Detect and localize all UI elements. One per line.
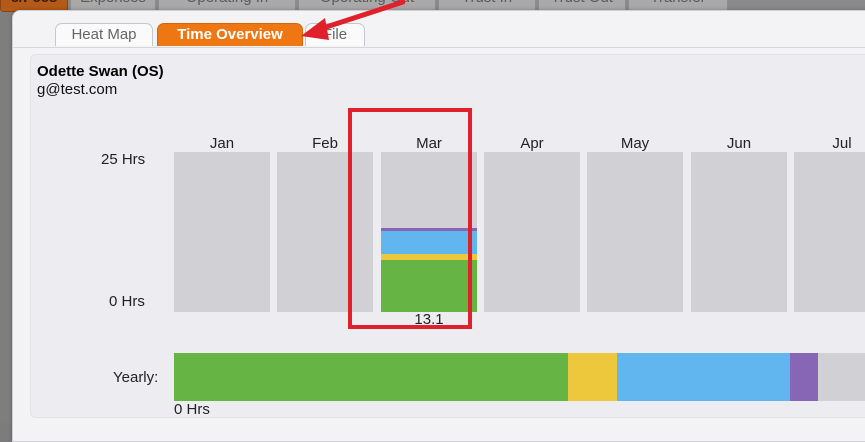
month-bar[interactable] xyxy=(691,152,787,312)
person-email: g@test.com xyxy=(37,81,118,98)
month-bar[interactable] xyxy=(587,152,683,312)
month-label: May xyxy=(620,135,650,152)
yearly-label: Yearly: xyxy=(113,369,159,386)
month-bar[interactable] xyxy=(484,152,580,312)
annotation-highlight-box xyxy=(348,108,472,329)
yearly-bar-segment xyxy=(616,353,790,401)
dialog-tab-bar: Heat Map Time Overview File xyxy=(13,11,865,48)
yearly-bar-segment xyxy=(567,353,617,401)
axis-min-label: 0 Hrs xyxy=(109,293,145,310)
tab-time-overview[interactable]: Time Overview xyxy=(157,23,303,46)
tab-heat-map[interactable]: Heat Map xyxy=(55,23,153,46)
month-label: Apr xyxy=(520,135,544,152)
month-bar[interactable] xyxy=(174,152,270,312)
yearly-bar-segment xyxy=(174,353,568,401)
month-label: Jun xyxy=(726,135,752,152)
month-label: Jul xyxy=(832,135,852,152)
month-bar[interactable] xyxy=(794,152,865,312)
yearly-zero-label: 0 Hrs xyxy=(174,401,210,418)
person-name: Odette Swan (OS) xyxy=(37,63,164,80)
month-label: Jan xyxy=(209,135,235,152)
yearly-bar xyxy=(174,353,865,401)
annotation-arrow-icon xyxy=(301,0,405,40)
yearly-bar-segment xyxy=(789,353,819,401)
axis-max-label: 25 Hrs xyxy=(101,151,146,168)
